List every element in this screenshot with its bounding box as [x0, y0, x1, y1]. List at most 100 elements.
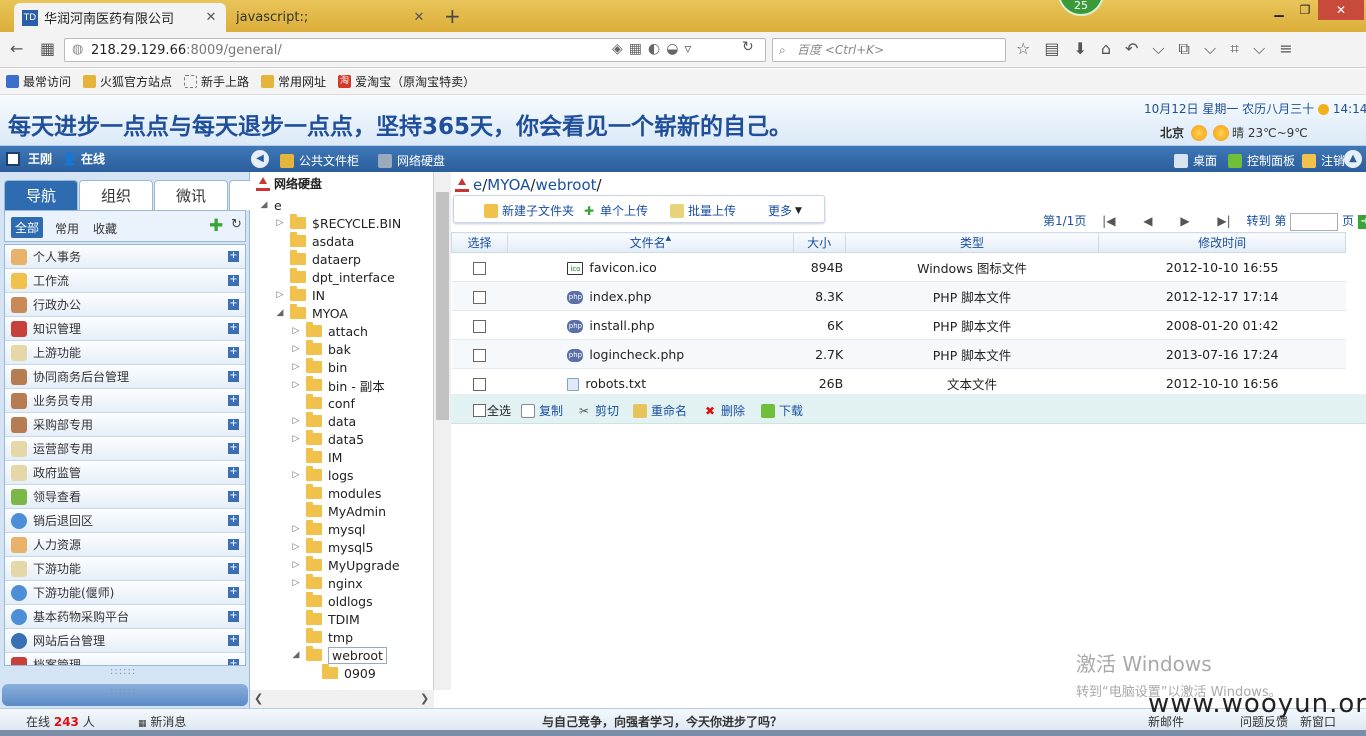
- col-size[interactable]: 大小: [792, 232, 846, 253]
- tree-vertical-scrollbar[interactable]: [434, 172, 451, 690]
- new-tab-button[interactable]: +: [444, 4, 461, 28]
- menu-item[interactable]: 档案管理 +: [5, 653, 245, 665]
- file-name-cell[interactable]: php logincheck.php: [507, 339, 794, 369]
- scroll-right-icon[interactable]: ❯: [420, 692, 429, 705]
- expand-icon[interactable]: +: [228, 467, 239, 478]
- file-name-cell[interactable]: ico favicon.ico: [507, 252, 794, 282]
- crumb-myoa[interactable]: MYOA: [487, 176, 530, 194]
- tree-row[interactable]: modules: [290, 484, 381, 502]
- menu-item[interactable]: 网站后台管理 +: [5, 629, 245, 653]
- new-message-link[interactable]: ▦ 新消息: [138, 713, 186, 730]
- single-upload-button[interactable]: ✚ 单个上传: [582, 202, 648, 219]
- table-row[interactable]: php logincheck.php 2.7K PHP 脚本文件 2013-07-16 …: [451, 339, 1346, 369]
- refresh-icon[interactable]: ↻: [231, 217, 242, 232]
- tree-row[interactable]: ▷ mysql5: [290, 538, 373, 556]
- tree-row[interactable]: ◢ MYOA: [274, 304, 348, 322]
- browser-toolbar-icons[interactable]: ☆▤⬇⌂↶⌵⧉⌵⌗⌵≡: [1016, 39, 1307, 59]
- tree-row[interactable]: oldlogs: [290, 592, 373, 610]
- tree-toggle-icon[interactable]: ▷: [290, 326, 302, 336]
- tree-row[interactable]: ▷ attach: [290, 322, 368, 340]
- expand-icon[interactable]: +: [228, 635, 239, 646]
- first-page-icon[interactable]: |◀: [1102, 214, 1115, 228]
- tree-row[interactable]: ▷ data5: [290, 430, 364, 448]
- tree-row[interactable]: ▷ bin: [290, 358, 347, 376]
- bookmark-firefox-site[interactable]: 火狐官方站点: [83, 73, 172, 90]
- user-status[interactable]: 王刚 👤 在线: [6, 150, 105, 167]
- tab-organization[interactable]: 组织: [79, 180, 153, 210]
- online-count[interactable]: 在线 243 人: [26, 713, 95, 730]
- expand-icon[interactable]: +: [228, 539, 239, 550]
- menu-item[interactable]: 知识管理 +: [5, 317, 245, 341]
- tree-row[interactable]: ▷ logs: [290, 466, 354, 484]
- tree-toggle-icon[interactable]: ▷: [274, 218, 286, 228]
- expand-icon[interactable]: +: [228, 659, 239, 665]
- tree-row[interactable]: ▷ nginx: [290, 574, 363, 592]
- url-extension-icons[interactable]: ◈▦◐◒▿: [612, 41, 697, 57]
- tree-toggle-icon[interactable]: ▷: [290, 416, 302, 426]
- tree-row[interactable]: ◢ e: [258, 196, 282, 214]
- tree-row[interactable]: ▷ data: [290, 412, 356, 430]
- tree-row[interactable]: MyAdmin: [290, 502, 386, 520]
- collapse-up-icon[interactable]: ▲: [1344, 150, 1362, 168]
- collapse-left-icon[interactable]: ◀: [251, 150, 269, 168]
- new-subfolder-button[interactable]: 新建子文件夹: [484, 202, 574, 219]
- tree-row[interactable]: TDIM: [290, 610, 360, 628]
- row-checkbox[interactable]: [472, 290, 486, 304]
- table-row[interactable]: php install.php 6K PHP 脚本文件 2008-01-20 01:42: [451, 310, 1346, 340]
- notification-badge[interactable]: 25: [1058, 0, 1104, 16]
- select-all-checkbox[interactable]: 全选: [473, 402, 511, 419]
- row-checkbox[interactable]: [472, 377, 486, 391]
- menu-item[interactable]: 协同商务后台管理 +: [5, 365, 245, 389]
- expand-icon[interactable]: +: [228, 395, 239, 406]
- bookmark-getting-started[interactable]: 新手上路: [184, 73, 249, 90]
- grid-menu-icon[interactable]: ▦: [40, 39, 55, 58]
- tree-row[interactable]: ▷ bak: [290, 340, 351, 358]
- panel-resize-grip[interactable]: ::::::: [110, 686, 136, 697]
- parent-folder-icon[interactable]: [455, 178, 469, 192]
- add-icon[interactable]: ✚: [209, 216, 223, 236]
- close-tab-icon[interactable]: ✕: [412, 10, 426, 25]
- crumb-e[interactable]: e: [473, 176, 482, 194]
- tree-row[interactable]: ▷ $RECYCLE.BIN: [274, 214, 401, 232]
- menu-item[interactable]: 运营部专用 +: [5, 437, 245, 461]
- prev-page-icon[interactable]: ◀: [1143, 214, 1152, 228]
- download-button[interactable]: 下载: [761, 402, 803, 419]
- close-tab-icon[interactable]: ✕: [204, 10, 218, 25]
- desktop-link[interactable]: 桌面: [1174, 152, 1217, 169]
- reload-icon[interactable]: ↻: [742, 39, 754, 55]
- menu-item[interactable]: 下游功能(偃师) +: [5, 581, 245, 605]
- menu-item[interactable]: 基本药物采购平台 +: [5, 605, 245, 629]
- tree-toggle-icon[interactable]: ▷: [290, 470, 302, 480]
- network-disk-link[interactable]: 网络硬盘: [378, 152, 445, 169]
- menu-resize-grip[interactable]: ::::::: [110, 666, 136, 677]
- menu-item[interactable]: 工作流 +: [5, 269, 245, 293]
- maximize-window-button[interactable]: ❐: [1292, 0, 1318, 20]
- tree-toggle-icon[interactable]: ▷: [290, 560, 302, 570]
- tree-row[interactable]: ▷ bin - 副本: [290, 376, 385, 394]
- menu-item[interactable]: 行政办公 +: [5, 293, 245, 317]
- tree-row[interactable]: asdata: [274, 232, 354, 250]
- file-name-cell[interactable]: php index.php: [507, 281, 794, 311]
- tree-row[interactable]: IM: [290, 448, 342, 466]
- checkbox[interactable]: [473, 404, 486, 417]
- col-filename[interactable]: 文件名▲: [506, 232, 794, 253]
- expand-icon[interactable]: +: [228, 443, 239, 454]
- tree-row[interactable]: conf: [290, 394, 355, 412]
- tree-toggle-icon[interactable]: ▷: [290, 434, 302, 444]
- subtab-all[interactable]: 全部: [11, 217, 44, 238]
- bookmark-most-visited[interactable]: 最常访问: [6, 73, 71, 90]
- table-row[interactable]: ico favicon.ico 894B Windows 图标文件 2012-10-10…: [451, 252, 1346, 282]
- weather-widget[interactable]: 北京 晴 23℃~9℃: [1160, 124, 1308, 141]
- menu-item[interactable]: 领导查看 +: [5, 485, 245, 509]
- subtab-favorites[interactable]: 收藏: [93, 220, 117, 237]
- tree-toggle-icon[interactable]: ◢: [274, 308, 286, 318]
- tree-toggle-icon[interactable]: ◢: [290, 650, 302, 660]
- menu-item[interactable]: 业务员专用 +: [5, 389, 245, 413]
- row-checkbox[interactable]: [472, 319, 486, 333]
- search-input[interactable]: ⌕ 百度 <Ctrl+K>: [772, 38, 1006, 62]
- menu-item[interactable]: 个人事务 +: [5, 245, 245, 269]
- menu-item[interactable]: 上游功能 +: [5, 341, 245, 365]
- file-name-cell[interactable]: php install.php: [507, 310, 794, 340]
- last-page-icon[interactable]: ▶|: [1217, 214, 1230, 228]
- menu-item[interactable]: 销后退回区 +: [5, 509, 245, 533]
